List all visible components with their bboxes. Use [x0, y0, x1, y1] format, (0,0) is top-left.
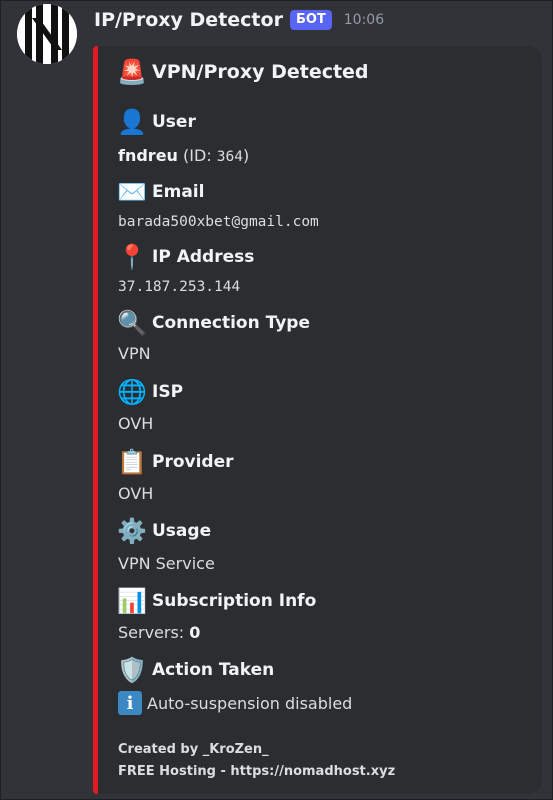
field-provider-label: Provider [152, 452, 234, 472]
field-user-label: User [152, 112, 196, 132]
field-ip-label: IP Address [152, 247, 255, 267]
user-icon: 👤 [117, 108, 147, 136]
siren-icon: 🚨 [117, 58, 147, 86]
user-id-prefix: (ID: [183, 146, 217, 165]
field-email-value[interactable]: barada500xbet@gmail.com [118, 214, 319, 230]
envelope-icon: ✉️ [117, 178, 147, 206]
footer-hosting: FREE Hosting - https://nomadhost.xyz [118, 764, 396, 779]
embed-title-text: VPN/Proxy Detected [152, 61, 369, 83]
bot-avatar[interactable] [17, 4, 77, 64]
embed-title: 🚨 VPN/Proxy Detected [117, 58, 369, 86]
shield-icon: 🛡️ [117, 656, 147, 684]
field-usage-label: Usage [152, 521, 212, 541]
gear-icon: ⚙️ [117, 517, 147, 545]
field-isp-label: ISP [152, 382, 184, 402]
message-header: IP/Proxy Detector БОТ 10:06 [94, 8, 384, 32]
author-name[interactable]: IP/Proxy Detector [94, 9, 283, 31]
field-action-label: Action Taken [152, 660, 275, 680]
field-email-label: Email [152, 182, 205, 202]
avatar-logo-icon [17, 4, 77, 64]
field-connection-value: VPN [118, 344, 151, 363]
pin-icon: 📍 [117, 243, 147, 271]
field-action-value: i Auto-suspension disabled [118, 691, 352, 715]
field-user-name: 👤 User [117, 108, 196, 136]
bot-badge: БОТ [289, 10, 332, 30]
field-usage-name: ⚙️ Usage [117, 517, 212, 545]
field-email-name: ✉️ Email [117, 178, 205, 206]
action-text: Auto-suspension disabled [147, 693, 353, 713]
field-isp-name: 🌐 ISP [117, 378, 184, 406]
field-subscription-name: 📊 Subscription Info [117, 587, 317, 615]
field-isp-value: OVH [118, 414, 154, 433]
clipboard-icon: 📋 [117, 448, 147, 476]
field-action-name: 🛡️ Action Taken [117, 656, 275, 684]
field-subscription-value: Servers: 0 [118, 623, 200, 642]
field-ip-value: 37.187.253.144 [118, 279, 241, 295]
globe-icon: 🌐 [117, 378, 147, 406]
user-id-suffix: ) [243, 146, 250, 165]
field-usage-value: VPN Service [118, 554, 215, 573]
field-connection-label: Connection Type [152, 313, 310, 333]
user-id: 364 [216, 149, 243, 165]
message-timestamp[interactable]: 10:06 [344, 12, 384, 28]
bar-chart-icon: 📊 [117, 587, 147, 615]
field-subscription-label: Subscription Info [152, 591, 317, 611]
field-connection-name: 🔍 Connection Type [117, 309, 310, 337]
servers-count: 0 [189, 623, 201, 642]
embed-card: 🚨 VPN/Proxy Detected 👤 User fndreu (ID: … [93, 46, 542, 794]
field-ip-name: 📍 IP Address [117, 243, 255, 271]
field-provider-value: OVH [118, 484, 154, 503]
field-user-value: fndreu (ID: 364) [118, 146, 249, 165]
username: fndreu [118, 146, 178, 165]
servers-label: Servers: [118, 623, 190, 642]
field-provider-name: 📋 Provider [117, 448, 234, 476]
magnifier-icon: 🔍 [117, 309, 147, 337]
info-icon: i [118, 691, 142, 715]
footer-credit: Created by _KroZen_ [118, 742, 269, 757]
